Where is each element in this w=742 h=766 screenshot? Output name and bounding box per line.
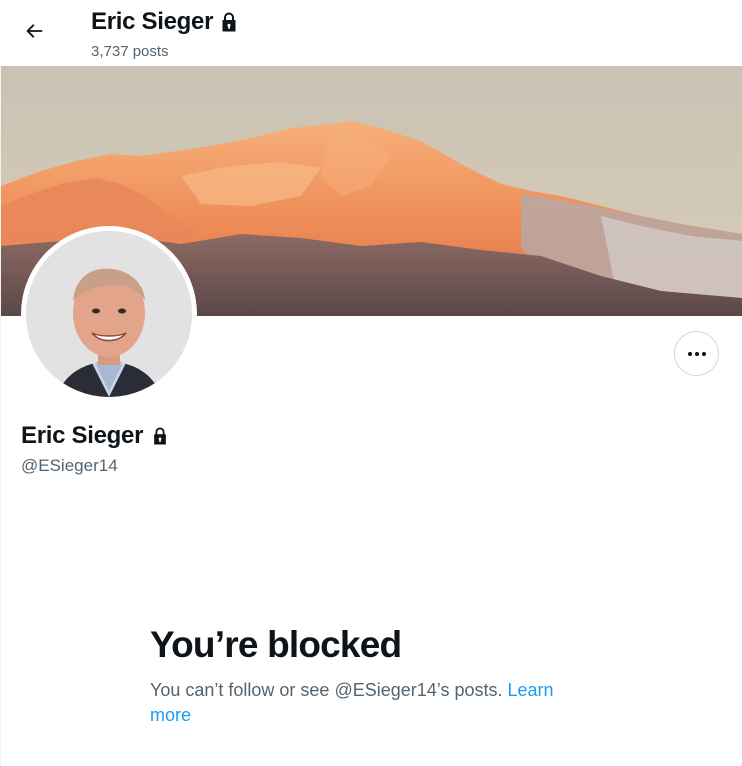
lock-icon [219,11,239,33]
lock-icon [151,426,169,446]
blocked-title: You’re blocked [150,624,402,665]
profile-name-text: Eric Sieger [21,422,144,449]
blocked-message-text: You can’t follow or see @ESieger14’s pos… [150,680,508,700]
blocked-message: You can’t follow or see @ESieger14’s pos… [150,678,590,728]
post-count: 3,737 posts [91,43,169,60]
profile-header-bar: Eric Sieger 3,737 posts [0,0,742,66]
arrow-left-icon [23,20,45,47]
more-button[interactable] [674,331,719,376]
more-horizontal-icon [687,351,692,356]
avatar[interactable] [21,226,197,402]
profile-display-name: Eric Sieger [21,422,169,450]
header-title: Eric Sieger [91,8,239,36]
profile-handle: @ESieger14 [21,456,118,475]
back-button[interactable] [14,13,54,53]
header-name: Eric Sieger [91,8,214,35]
blocked-notice: You’re blocked You can’t follow or see @… [150,622,590,728]
avatar-photo [26,231,192,397]
